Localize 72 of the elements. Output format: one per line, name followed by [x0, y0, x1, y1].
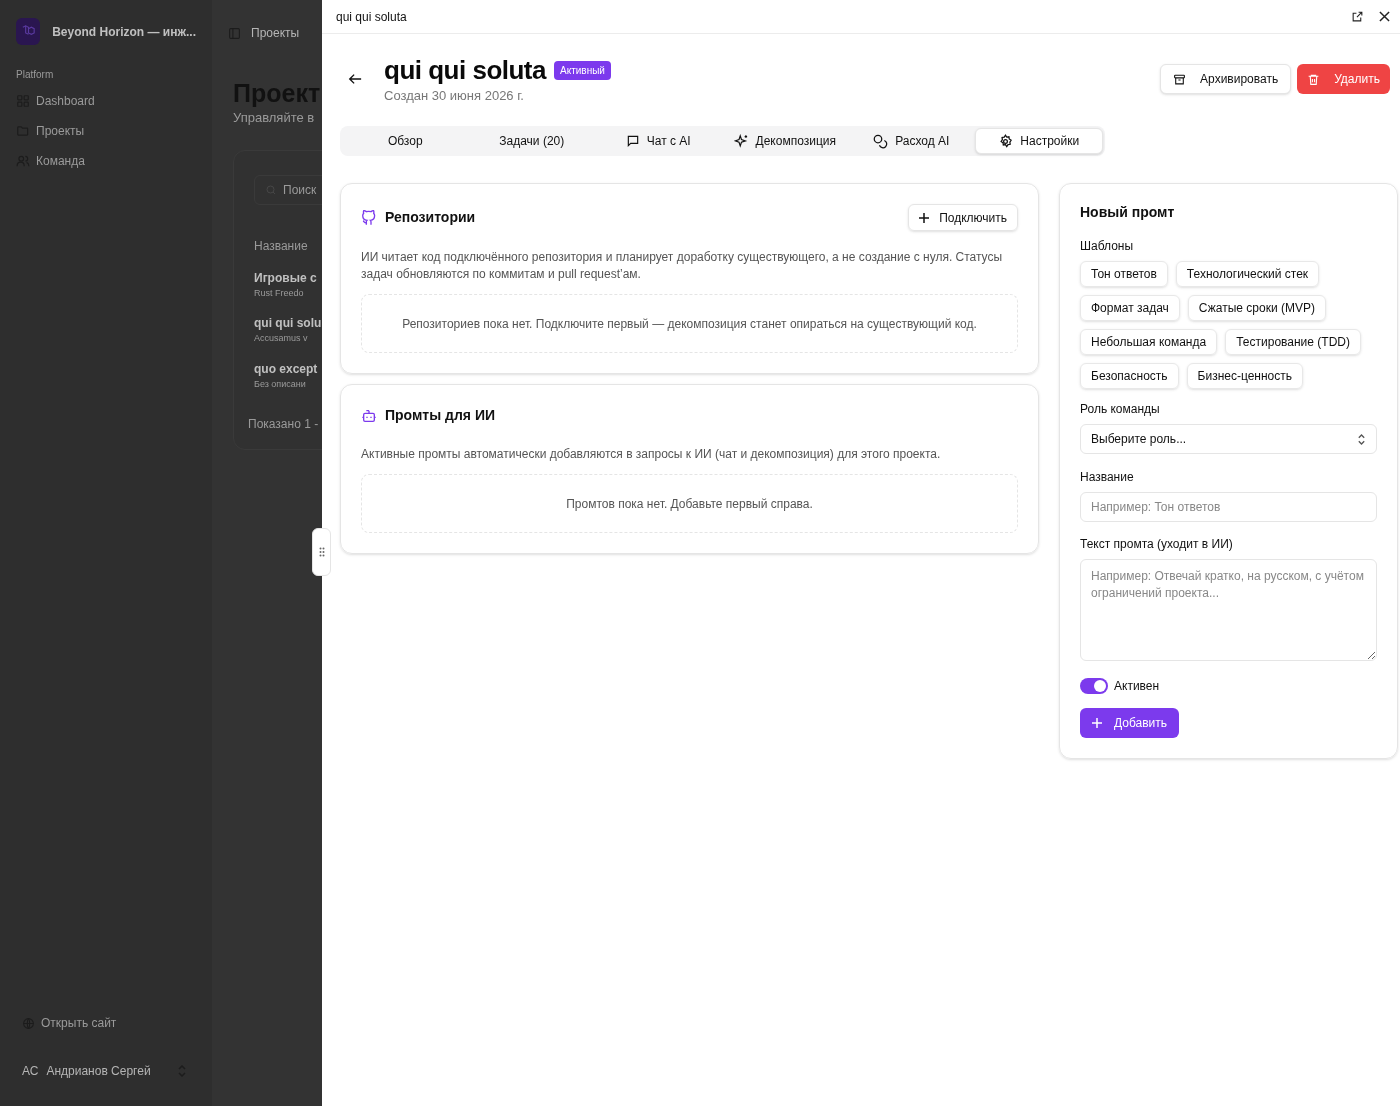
- pagination-text: Показано 1 -: [248, 416, 320, 433]
- prompt-textarea[interactable]: Например: Отвечай кратко, на русском, с учётом ограничений проекта...: [1080, 559, 1377, 661]
- card-title: Репозитории: [385, 208, 476, 227]
- created-date: Создан 30 июня 2026 г.: [384, 87, 525, 105]
- template-chip[interactable]: Формат задач: [1080, 295, 1180, 321]
- sidebar-toggle-icon[interactable]: [228, 26, 241, 40]
- sidebar-item[interactable]: Dashboard: [16, 92, 196, 110]
- empty-state: Промтов пока нет. Добавьте первый справа.: [361, 474, 1018, 533]
- plus-icon: [919, 212, 930, 223]
- external-link-icon[interactable]: [1351, 10, 1364, 23]
- template-chip[interactable]: Тестирование (TDD): [1225, 329, 1361, 355]
- archive-button[interactable]: Архивировать: [1160, 64, 1292, 94]
- trash-icon: [1307, 72, 1321, 86]
- robot-icon: [361, 407, 377, 424]
- back-arrow-icon[interactable]: [348, 72, 362, 86]
- breadcrumb[interactable]: Проекты: [251, 24, 300, 42]
- field-label: Название: [1080, 469, 1135, 486]
- resize-handle[interactable]: [312, 528, 331, 576]
- template-chip[interactable]: Безопасность: [1080, 363, 1179, 389]
- active-switch[interactable]: [1080, 678, 1108, 694]
- project-description: Rust Freedo: [254, 286, 305, 300]
- project-description: Accusamus v: [254, 332, 309, 345]
- user-menu[interactable]: АС Андрианов Сергей: [0, 1062, 212, 1080]
- tab[interactable]: Настройки: [974, 128, 1103, 154]
- add-button[interactable]: Добавить: [1080, 708, 1180, 738]
- project-title[interactable]: quo except: [254, 359, 322, 378]
- connect-button[interactable]: Подключить: [908, 204, 1018, 231]
- sidebar-item[interactable]: Команда: [16, 152, 196, 170]
- tab[interactable]: Обзор: [342, 128, 469, 154]
- sparkles-icon: [733, 133, 749, 149]
- plus-icon: [1092, 718, 1102, 728]
- project-name: qui qui soluta: [384, 54, 546, 86]
- app-logo: [16, 18, 41, 45]
- chat-icon: [625, 134, 640, 148]
- status-badge: Активный: [554, 60, 611, 80]
- tab[interactable]: Задачи (20): [468, 128, 595, 154]
- empty-state: Репозиториев пока нет. Подключите первый — декомпозиция станет опираться на существующий код.: [361, 294, 1018, 353]
- field-label: Роль команды: [1080, 401, 1161, 418]
- template-chip[interactable]: Технологический стек: [1175, 261, 1320, 287]
- role-select[interactable]: Выберите роль...: [1080, 424, 1377, 454]
- sheet-title: qui qui soluta: [336, 8, 407, 26]
- field-label: Текст промта (уходит в ИИ): [1080, 536, 1234, 553]
- card-description: Активные промты автоматически добавляются в запросы к ИИ (чат и декомпозиция) для этого проекта.: [361, 446, 942, 463]
- chevrons-icon: [1357, 433, 1366, 445]
- field-label: Шаблоны: [1080, 238, 1135, 255]
- template-chip[interactable]: Тон ответов: [1080, 261, 1168, 287]
- tab[interactable]: Чат с AI: [595, 128, 722, 154]
- project-title[interactable]: Игровые с: [254, 268, 322, 287]
- template-chip[interactable]: Бизнес-ценность: [1186, 363, 1303, 389]
- workspace-name[interactable]: Beyond Horizon — инж...: [52, 22, 196, 41]
- project-description: Без описани: [254, 377, 307, 391]
- close-icon[interactable]: [1379, 11, 1390, 22]
- card-title: Промты для ИИ: [385, 406, 495, 425]
- project-title[interactable]: qui qui solu: [254, 314, 322, 332]
- column-header: Название: [254, 237, 309, 255]
- open-site-link[interactable]: Открыть сайт: [0, 1014, 212, 1032]
- card-title: Новый промт: [1080, 203, 1176, 222]
- template-chip[interactable]: Небольшая команда: [1080, 329, 1218, 355]
- switch-label: Активен: [1114, 678, 1160, 695]
- template-chip[interactable]: Сжатые сроки (MVP): [1187, 295, 1326, 321]
- tab[interactable]: Расход AI: [848, 128, 975, 154]
- sidebar-group-label: Platform: [15, 68, 55, 82]
- coins-icon: [873, 133, 889, 149]
- settings-icon: [998, 133, 1014, 149]
- name-input[interactable]: Например: Тон ответов: [1080, 492, 1377, 522]
- sidebar-item[interactable]: Проекты: [16, 122, 196, 140]
- archive-icon: [1173, 72, 1187, 86]
- tab[interactable]: Декомпозиция: [721, 128, 848, 154]
- github-icon: [361, 209, 377, 226]
- card-description: ИИ читает код подключённого репозитория и планирует доработку существующего, а не создание с нуля. Статусы задач обновляются по коммитам и pull request’ам.: [361, 249, 1004, 283]
- page-subtitle: Управляйте в: [232, 109, 316, 127]
- delete-button[interactable]: Удалить: [1297, 64, 1390, 94]
